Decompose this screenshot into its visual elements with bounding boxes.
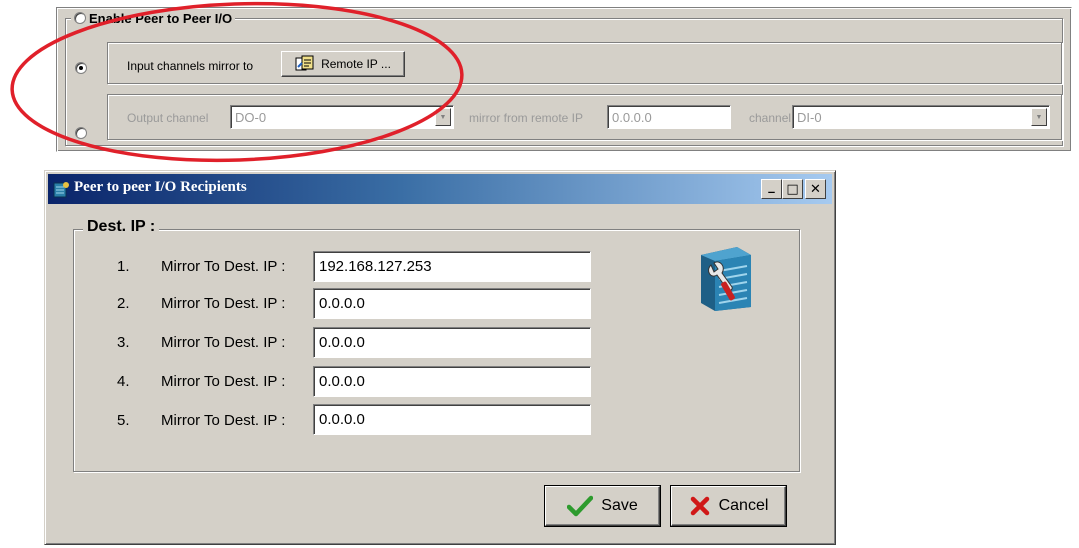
close-button[interactable]: ✕ bbox=[805, 179, 826, 199]
maximize-icon: □ bbox=[786, 181, 799, 197]
dialog-title: Peer to peer I/O Recipients bbox=[74, 179, 247, 195]
cancel-x-icon bbox=[690, 496, 709, 516]
row-label: Mirror To Dest. IP : bbox=[161, 258, 286, 275]
row-number: 1. bbox=[117, 258, 130, 275]
dialog-titlebar[interactable]: Peer to peer I/O Recipients _ □ ✕ bbox=[48, 174, 832, 204]
maximize-button[interactable]: □ bbox=[782, 179, 803, 199]
dest-ip-2-field[interactable] bbox=[313, 288, 591, 319]
row-label: Mirror To Dest. IP : bbox=[161, 295, 286, 312]
app-icon bbox=[53, 182, 69, 198]
row-number: 4. bbox=[117, 373, 130, 390]
row-number: 3. bbox=[117, 334, 130, 351]
minimize-icon: _ bbox=[768, 178, 775, 194]
row-label: Mirror To Dest. IP : bbox=[161, 373, 286, 390]
dest-ip-4-field[interactable] bbox=[313, 366, 591, 397]
row-number: 2. bbox=[117, 295, 130, 312]
close-icon: ✕ bbox=[810, 181, 821, 197]
cancel-button[interactable]: Cancel bbox=[671, 486, 786, 526]
dest-ip-3-field[interactable] bbox=[313, 327, 591, 358]
row-number: 5. bbox=[117, 412, 130, 429]
save-button[interactable]: Save bbox=[545, 486, 660, 526]
dest-ip-5-field[interactable] bbox=[313, 404, 591, 435]
save-button-label: Save bbox=[601, 497, 638, 514]
cancel-button-label: Cancel bbox=[718, 497, 769, 514]
check-icon bbox=[567, 495, 594, 517]
dest-ip-1-field[interactable] bbox=[313, 251, 591, 282]
row-label: Mirror To Dest. IP : bbox=[161, 334, 286, 351]
recipients-dialog: Peer to peer I/O Recipients _ □ ✕ Dest. … bbox=[44, 170, 836, 545]
row-label: Mirror To Dest. IP : bbox=[161, 412, 286, 429]
minimize-button[interactable]: _ bbox=[761, 179, 782, 199]
dest-ip-group-title: Dest. IP : bbox=[83, 218, 160, 236]
tools-server-icon bbox=[701, 247, 751, 311]
